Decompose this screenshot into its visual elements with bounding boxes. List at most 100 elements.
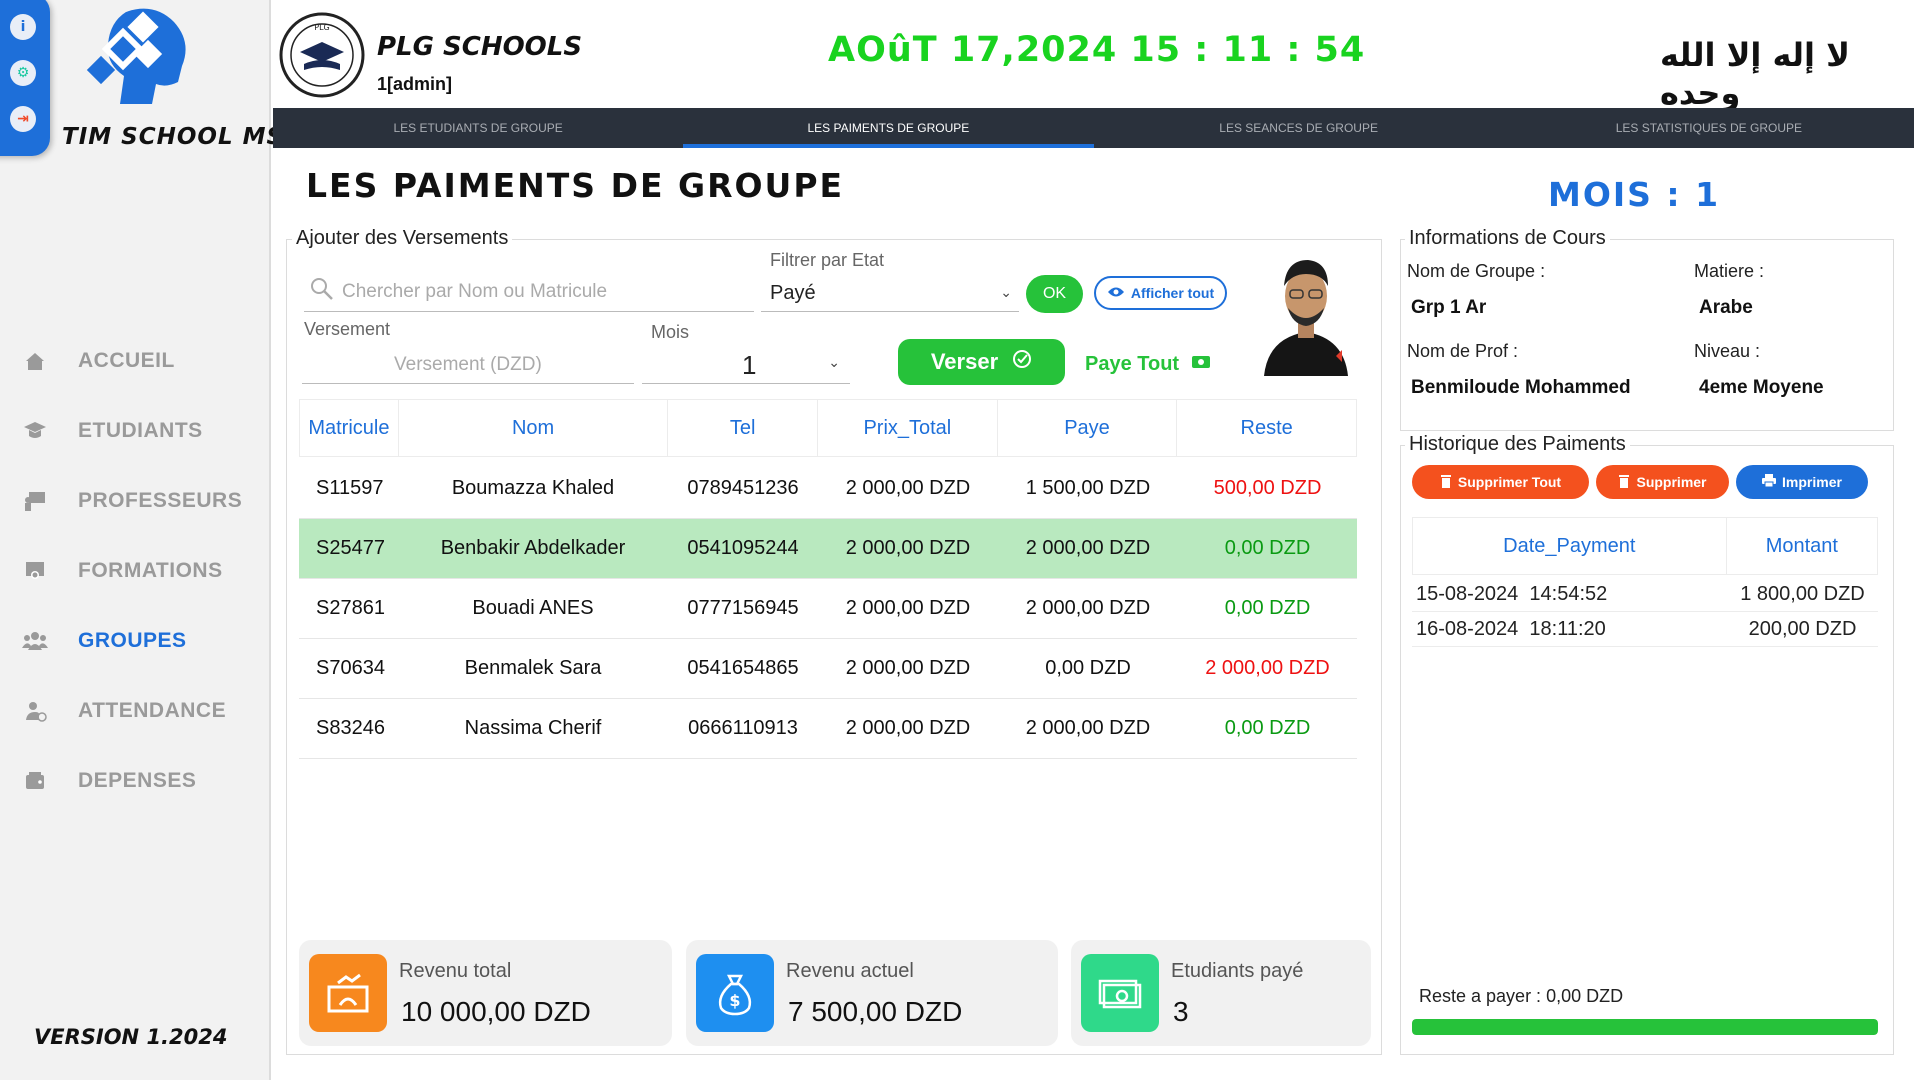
stat-title: Revenu actuel xyxy=(786,960,914,982)
search-placeholder: Chercher par Nom ou Matricule xyxy=(342,281,608,302)
reste-a-payer: Reste a payer : 0,00 DZD xyxy=(1419,986,1624,1006)
check-circle-icon xyxy=(1012,349,1032,375)
cell-nom: Benmalek Sara xyxy=(464,657,602,679)
sidebar-item-accueil[interactable]: ACCUEIL xyxy=(22,341,175,381)
stat-value: 7 500,00 DZD xyxy=(788,996,963,1027)
sidebar-item-etudiants[interactable]: ETUDIANTS xyxy=(22,411,203,451)
tab-seances[interactable]: LES SEANCES DE GROUPE xyxy=(1094,108,1504,148)
current-datetime: AOûT 17,2024 15 : 11 : 54 xyxy=(828,30,1366,70)
filter-underline xyxy=(761,311,1019,312)
tab-bar: LES ETUDIANTS DE GROUPE LES PAIMENTS DE … xyxy=(273,108,1914,148)
matiere-value: Arabe xyxy=(1699,297,1753,318)
cell-nom: Boumazza Khaled xyxy=(451,477,615,499)
show-all-button[interactable]: Afficher tout xyxy=(1094,276,1227,310)
col-prix-total[interactable]: Prix_Total xyxy=(818,400,998,456)
stat-title: Etudiants payé xyxy=(1171,960,1304,982)
cell-paye: 2 000,00 DZD xyxy=(1025,717,1151,739)
sidebar-item-groupes[interactable]: GROUPES xyxy=(22,621,187,661)
cell-nom: Benbakir Abdelkader xyxy=(440,537,626,559)
cell-paye: 2 000,00 DZD xyxy=(1025,597,1151,619)
delete-all-label: Supprimer Tout xyxy=(1457,474,1562,490)
tab-paiments[interactable]: LES PAIMENTS DE GROUPE xyxy=(683,108,1094,148)
month-label: MOIS : 1 xyxy=(1548,175,1721,214)
verser-button[interactable]: Verser xyxy=(898,339,1065,385)
cell-paye: 1 500,00 DZD xyxy=(1025,477,1151,499)
course-info-legend: Informations de Cours xyxy=(1405,227,1610,250)
sidebar-item-depenses[interactable]: DEPENSES xyxy=(22,761,196,801)
teacher-board-icon xyxy=(22,488,48,514)
tab-etudiants[interactable]: LES ETUDIANTS DE GROUPE xyxy=(273,108,683,148)
stat-value: 10 000,00 DZD xyxy=(401,996,591,1027)
search-input[interactable]: Chercher par Nom ou Matricule xyxy=(306,275,754,313)
versement-input[interactable]: Versement (DZD) xyxy=(304,348,634,384)
col-reste[interactable]: Reste xyxy=(1177,400,1356,456)
sidebar-item-formations[interactable]: FORMATIONS xyxy=(22,551,223,591)
cell-tel: 0666110913 xyxy=(688,717,798,739)
arabic-slogan: لا إله إلا الله وحده xyxy=(1660,36,1850,112)
history-date: 15-08-2024 14:54:52 xyxy=(1416,583,1608,605)
paye-tout-button[interactable]: Paye Tout xyxy=(1085,351,1211,377)
history-legend: Historique des Paiments xyxy=(1405,433,1630,456)
stat-value: 3 xyxy=(1173,996,1189,1027)
student-photo xyxy=(1256,246,1356,376)
table-row-selected[interactable]: S25477 Benbakir Abdelkader 0541095244 2 … xyxy=(299,519,1357,579)
print-button[interactable]: Imprimer xyxy=(1736,465,1868,499)
col-matricule[interactable]: Matricule xyxy=(300,400,399,456)
info-icon[interactable]: i xyxy=(10,14,36,40)
cell-matricule: S70634 xyxy=(316,657,385,679)
mois-label: Mois xyxy=(651,322,690,342)
trash-icon xyxy=(1618,474,1630,491)
history-montant: 200,00 DZD xyxy=(1748,618,1857,640)
stat-card-revenu-total: Revenu total 10 000,00 DZD xyxy=(299,940,672,1046)
payments-table-header: Matricule Nom Tel Prix_Total Paye Reste xyxy=(299,399,1357,457)
cell-paye: 2 000,00 DZD xyxy=(1025,537,1151,559)
sidebar-item-label: DEPENSES xyxy=(78,769,197,792)
table-row[interactable]: S83246 Nassima Cherif 0666110913 2 000,0… xyxy=(299,699,1357,759)
col-paye[interactable]: Paye xyxy=(998,400,1178,456)
history-row[interactable]: 15-08-2024 14:54:52 1 800,00 DZD xyxy=(1412,578,1878,612)
delete-all-button[interactable]: Supprimer Tout xyxy=(1412,465,1589,499)
sidebar-item-attendance[interactable]: ATTENDANCE xyxy=(22,691,226,731)
mois-value: 1 xyxy=(742,350,757,380)
history-table-header: Date_Payment Montant xyxy=(1412,517,1878,575)
page-title: LES PAIMENTS DE GROUPE xyxy=(306,166,845,205)
col-nom[interactable]: Nom xyxy=(399,400,669,456)
delete-button[interactable]: Supprimer xyxy=(1596,465,1729,499)
payment-progress-bar xyxy=(1412,1019,1878,1035)
verser-label: Verser xyxy=(930,349,999,374)
tab-statistiques[interactable]: LES STATISTIQUES DE GROUPE xyxy=(1504,108,1914,148)
quick-actions-bar: i ⚙ ⇥ xyxy=(0,0,50,156)
revenue-chart-icon xyxy=(309,954,387,1032)
svg-text:PLG: PLG xyxy=(314,23,329,32)
svg-text:$: $ xyxy=(729,991,740,1010)
col-tel[interactable]: Tel xyxy=(668,400,819,456)
versement-underline xyxy=(302,383,634,384)
sidebar xyxy=(0,0,271,1080)
col-montant[interactable]: Montant xyxy=(1727,518,1877,574)
filter-select[interactable]: Payé ⌄ xyxy=(762,278,1018,314)
ok-button[interactable]: OK xyxy=(1026,275,1083,313)
table-row[interactable]: S70634 Benmalek Sara 0541654865 2 000,00… xyxy=(299,639,1357,699)
current-user: 1[admin] xyxy=(377,74,453,94)
cell-nom: Bouadi ANES xyxy=(472,597,594,619)
gear-icon[interactable]: ⚙ xyxy=(10,60,36,86)
mois-select[interactable]: 1 ⌄ xyxy=(642,346,850,384)
filter-value: Payé xyxy=(770,282,816,304)
search-underline xyxy=(304,311,754,312)
print-label: Imprimer xyxy=(1782,474,1842,490)
logout-icon[interactable]: ⇥ xyxy=(10,106,36,132)
prof-label: Nom de Prof : xyxy=(1407,341,1519,361)
brand-logo-icon xyxy=(86,4,206,112)
version-label: VERSION 1.2024 xyxy=(34,1025,228,1049)
col-date-payment[interactable]: Date_Payment xyxy=(1413,518,1727,574)
niveau-label: Niveau : xyxy=(1694,341,1761,361)
chevron-down-icon: ⌄ xyxy=(828,354,840,370)
sidebar-item-professeurs[interactable]: PROFESSEURS xyxy=(22,481,242,521)
cell-matricule: S83246 xyxy=(316,717,385,739)
history-row[interactable]: 16-08-2024 18:11:20 200,00 DZD xyxy=(1412,613,1878,647)
table-row[interactable]: S11597 Boumazza Khaled 0789451236 2 000,… xyxy=(299,459,1357,519)
search-icon xyxy=(310,277,334,306)
table-row[interactable]: S27861 Bouadi ANES 0777156945 2 000,00 D… xyxy=(299,579,1357,639)
cell-tel: 0541654865 xyxy=(687,657,799,679)
groupe-label: Nom de Groupe : xyxy=(1407,261,1546,281)
